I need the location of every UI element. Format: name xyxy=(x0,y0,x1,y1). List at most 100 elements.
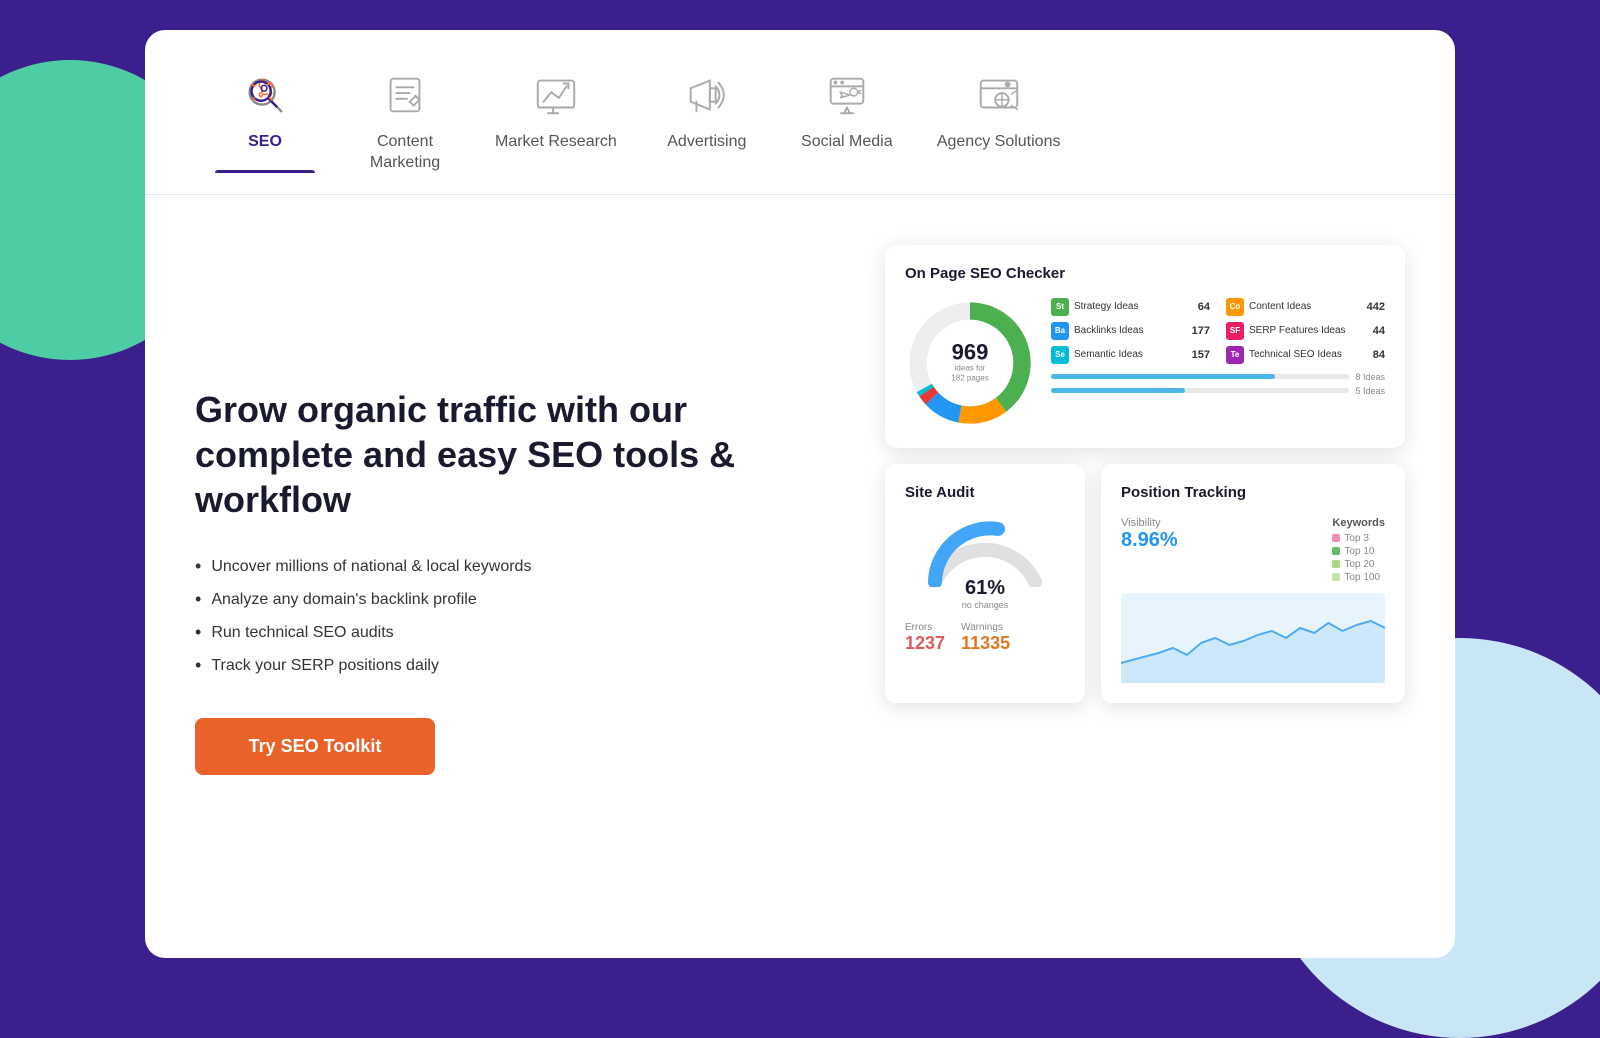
tab-agency-solutions[interactable]: Agency Solutions xyxy=(917,60,1081,173)
donut-chart: 969 ideas for 182 pages xyxy=(905,298,1035,428)
visibility-section: Visibility 8.96% xyxy=(1121,517,1178,552)
progress-label-2: 5 Ideas xyxy=(1355,386,1385,396)
strategy-badge: St xyxy=(1051,298,1069,316)
tab-market-research[interactable]: Market Research xyxy=(475,60,637,173)
legend-dot-top100 xyxy=(1332,573,1340,581)
legend-label-top10: Top 10 xyxy=(1344,546,1374,557)
seo-checker-title: On Page SEO Checker xyxy=(905,265,1385,282)
legend-label-top20: Top 20 xyxy=(1344,559,1374,570)
semantic-label: Semantic Ideas xyxy=(1074,349,1187,360)
idea-serp: SF SERP Features Ideas 44 xyxy=(1226,322,1385,340)
market-research-icon xyxy=(531,70,581,120)
legend-dot-top20 xyxy=(1332,560,1340,568)
errors-value: 1237 xyxy=(905,633,945,654)
idea-semantic: Se Semantic Ideas 157 xyxy=(1051,346,1210,364)
idea-technical: Te Technical SEO Ideas 84 xyxy=(1226,346,1385,364)
tab-social-media[interactable]: Social Media xyxy=(777,60,917,173)
backlinks-label: Backlinks Ideas xyxy=(1074,325,1187,336)
idea-backlinks: Ba Backlinks Ideas 177 xyxy=(1051,322,1210,340)
warnings-stat: Warnings 11335 xyxy=(961,622,1010,654)
hero-headline: Grow organic traffic with our complete a… xyxy=(195,387,845,522)
progress-bars: 8 Ideas 5 Ideas xyxy=(1051,372,1385,396)
strategy-label: Strategy Ideas xyxy=(1074,301,1193,312)
semantic-count: 157 xyxy=(1192,349,1210,361)
progress-track-1 xyxy=(1051,374,1349,379)
seo-checker-card: On Page SEO Checker xyxy=(885,245,1405,448)
errors-label: Errors xyxy=(905,622,945,633)
progress-label-1: 8 Ideas xyxy=(1355,372,1385,382)
right-content: On Page SEO Checker xyxy=(885,245,1405,918)
donut-number: 969 xyxy=(951,341,988,363)
ideas-section: St Strategy Ideas 64 Co Content Ideas 44… xyxy=(1051,298,1385,400)
keywords-header: Keywords xyxy=(1332,517,1385,529)
feature-item-2: Analyze any domain's backlink profile xyxy=(195,583,845,616)
content-badge: Co xyxy=(1226,298,1244,316)
content-area: Grow organic traffic with our complete a… xyxy=(145,195,1455,958)
try-seo-toolkit-button[interactable]: Try SEO Toolkit xyxy=(195,718,435,775)
tab-agency-label: Agency Solutions xyxy=(937,132,1061,153)
main-card: SEO Content Marketing xyxy=(145,30,1455,958)
technical-count: 84 xyxy=(1373,349,1385,361)
content-marketing-icon xyxy=(380,70,430,120)
technical-label: Technical SEO Ideas xyxy=(1249,349,1368,360)
serp-count: 44 xyxy=(1373,325,1385,337)
legend-top100: Top 100 xyxy=(1332,572,1385,583)
left-content: Grow organic traffic with our complete a… xyxy=(195,245,845,918)
tab-content-marketing[interactable]: Content Marketing xyxy=(335,60,475,194)
serp-badge: SF xyxy=(1226,322,1244,340)
donut-center: 969 ideas for 182 pages xyxy=(951,341,988,384)
position-tracking-title: Position Tracking xyxy=(1121,484,1385,501)
progress-fill-1 xyxy=(1051,374,1275,379)
visibility-label: Visibility xyxy=(1121,517,1178,529)
progress-track-2 xyxy=(1051,388,1349,393)
content-count: 442 xyxy=(1367,301,1385,313)
legend-dot-top10 xyxy=(1332,547,1340,555)
bottom-row: Site Audit 61% no changes xyxy=(885,464,1405,703)
warnings-label: Warnings xyxy=(961,622,1010,633)
seo-icon xyxy=(240,70,290,120)
advertising-icon xyxy=(682,70,732,120)
position-tracking-card: Position Tracking Visibility 8.96% Keywo… xyxy=(1101,464,1405,703)
tab-advertising[interactable]: Advertising xyxy=(637,60,777,173)
serp-label: SERP Features Ideas xyxy=(1249,325,1368,336)
keywords-section: Keywords Top 3 Top 10 Top xyxy=(1332,517,1385,585)
legend-top3: Top 3 xyxy=(1332,533,1385,544)
tab-seo[interactable]: SEO xyxy=(195,60,335,173)
feature-list: Uncover millions of national & local key… xyxy=(195,550,845,682)
strategy-count: 64 xyxy=(1198,301,1210,313)
tab-seo-label: SEO xyxy=(248,132,282,153)
feature-item-3: Run technical SEO audits xyxy=(195,616,845,649)
social-media-icon xyxy=(822,70,872,120)
legend-top20: Top 20 xyxy=(1332,559,1385,570)
legend-label-top100: Top 100 xyxy=(1344,572,1380,583)
tab-advertising-label: Advertising xyxy=(667,132,746,153)
technical-badge: Te xyxy=(1226,346,1244,364)
tab-market-label: Market Research xyxy=(495,132,617,153)
site-audit-card: Site Audit 61% no changes xyxy=(885,464,1085,703)
site-audit-title: Site Audit xyxy=(905,484,1065,501)
semantic-badge: Se xyxy=(1051,346,1069,364)
gauge-container: 61% no changes xyxy=(905,517,1065,610)
progress-row-1: 8 Ideas xyxy=(1051,372,1385,382)
tab-social-label: Social Media xyxy=(801,132,893,153)
donut-subtitle: ideas for 182 pages xyxy=(951,363,988,384)
ideas-grid: St Strategy Ideas 64 Co Content Ideas 44… xyxy=(1051,298,1385,364)
legend-dot-top3 xyxy=(1332,534,1340,542)
content-label: Content Ideas xyxy=(1249,301,1362,312)
progress-fill-2 xyxy=(1051,388,1185,393)
idea-strategy: St Strategy Ideas 64 xyxy=(1051,298,1210,316)
seo-checker-content: 969 ideas for 182 pages St Strategy Idea… xyxy=(905,298,1385,428)
chart-svg xyxy=(1121,593,1385,683)
line-chart xyxy=(1121,593,1385,683)
warnings-value: 11335 xyxy=(961,633,1010,654)
gauge-number: 61% xyxy=(962,577,1009,600)
backlinks-badge: Ba xyxy=(1051,322,1069,340)
errors-stat: Errors 1237 xyxy=(905,622,945,654)
visibility-value: 8.96% xyxy=(1121,529,1178,552)
idea-content: Co Content Ideas 442 xyxy=(1226,298,1385,316)
gauge-subtitle: no changes xyxy=(962,600,1009,610)
gauge-reading: 61% no changes xyxy=(962,577,1009,610)
legend-label-top3: Top 3 xyxy=(1344,533,1368,544)
legend-top10: Top 10 xyxy=(1332,546,1385,557)
backlinks-count: 177 xyxy=(1192,325,1210,337)
